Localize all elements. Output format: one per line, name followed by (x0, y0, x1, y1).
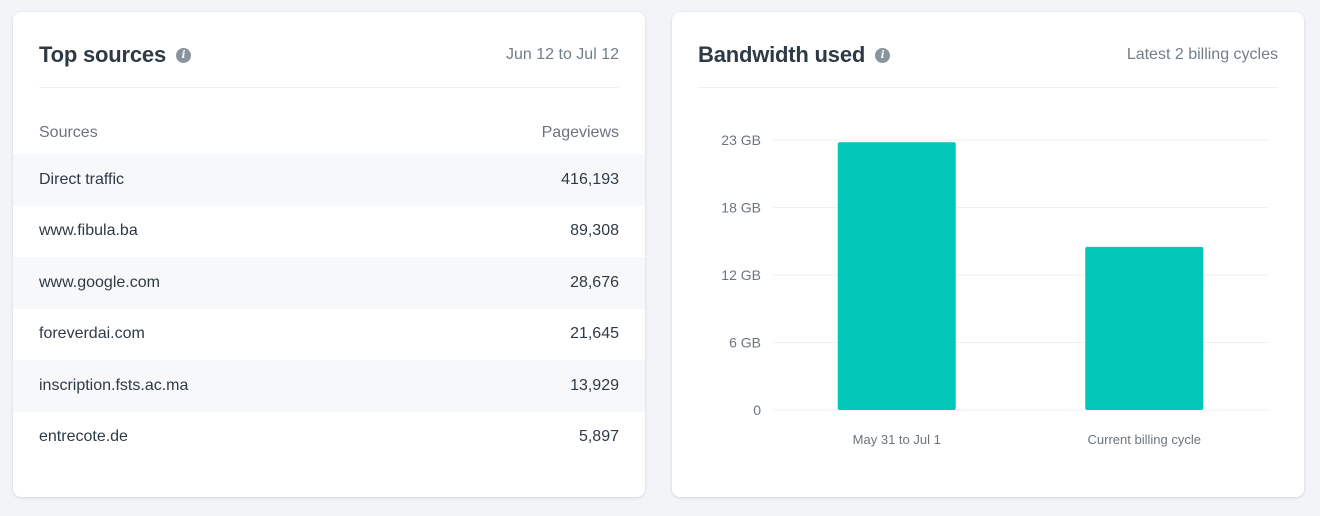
y-tick-label: 23 GB (721, 132, 761, 148)
info-icon[interactable]: i (175, 48, 191, 63)
source-name: inscription.fsts.ac.ma (39, 376, 189, 394)
top-sources-card: Top sources i Jun 12 to Jul 12 Sources P… (13, 12, 645, 497)
table-row: foreverdai.com 21,645 (13, 309, 645, 361)
source-pageviews: 21,645 (570, 325, 619, 343)
source-name: foreverdai.com (39, 325, 145, 343)
y-tick-label: 0 (753, 402, 761, 418)
top-sources-date-range: Jun 12 to Jul 12 (506, 46, 619, 63)
source-pageviews: 89,308 (570, 222, 619, 240)
top-sources-header: Top sources i Jun 12 to Jul 12 (39, 42, 619, 88)
y-tick-label: 12 GB (721, 267, 761, 283)
top-sources-title: Top sources (39, 42, 166, 67)
x-category-label: Current billing cycle (1088, 432, 1201, 447)
table-row: Direct traffic 416,193 (13, 154, 645, 206)
bar[interactable] (837, 142, 956, 410)
source-name: entrecote.de (39, 428, 128, 446)
bar[interactable] (1085, 246, 1204, 410)
column-header-sources: Sources (39, 124, 98, 141)
table-row: entrecote.de 5,897 (13, 412, 645, 464)
source-name: Direct traffic (39, 170, 125, 188)
bandwidth-bar-chart: 0 6 GB 12 GB 18 GB 23 GB May 31 to Jul 1 Curre… (721, 132, 1268, 447)
source-name: www.fibula.ba (39, 222, 138, 240)
top-sources-title-wrap: Top sources i (39, 42, 191, 68)
source-pageviews: 28,676 (570, 273, 619, 291)
table-row: www.fibula.ba 89,308 (13, 206, 645, 258)
x-category-label: May 31 to Jul 1 (853, 432, 941, 447)
source-name: www.google.com (39, 273, 160, 291)
bandwidth-card: Bandwidth used i Latest 2 billing cycles… (672, 12, 1304, 497)
sources-table-body: Direct traffic 416,193 www.fibula.ba 89,… (13, 154, 645, 463)
sources-table-header: Sources Pageviews (39, 116, 619, 150)
table-row: www.google.com 28,676 (13, 257, 645, 309)
column-header-pageviews: Pageviews (541, 124, 619, 141)
source-pageviews: 13,929 (570, 376, 619, 394)
source-pageviews: 416,193 (561, 170, 619, 188)
y-tick-label: 6 GB (729, 335, 761, 351)
table-row: inscription.fsts.ac.ma 13,929 (13, 360, 645, 412)
source-pageviews: 5,897 (578, 428, 619, 446)
y-tick-label: 18 GB (721, 200, 761, 216)
